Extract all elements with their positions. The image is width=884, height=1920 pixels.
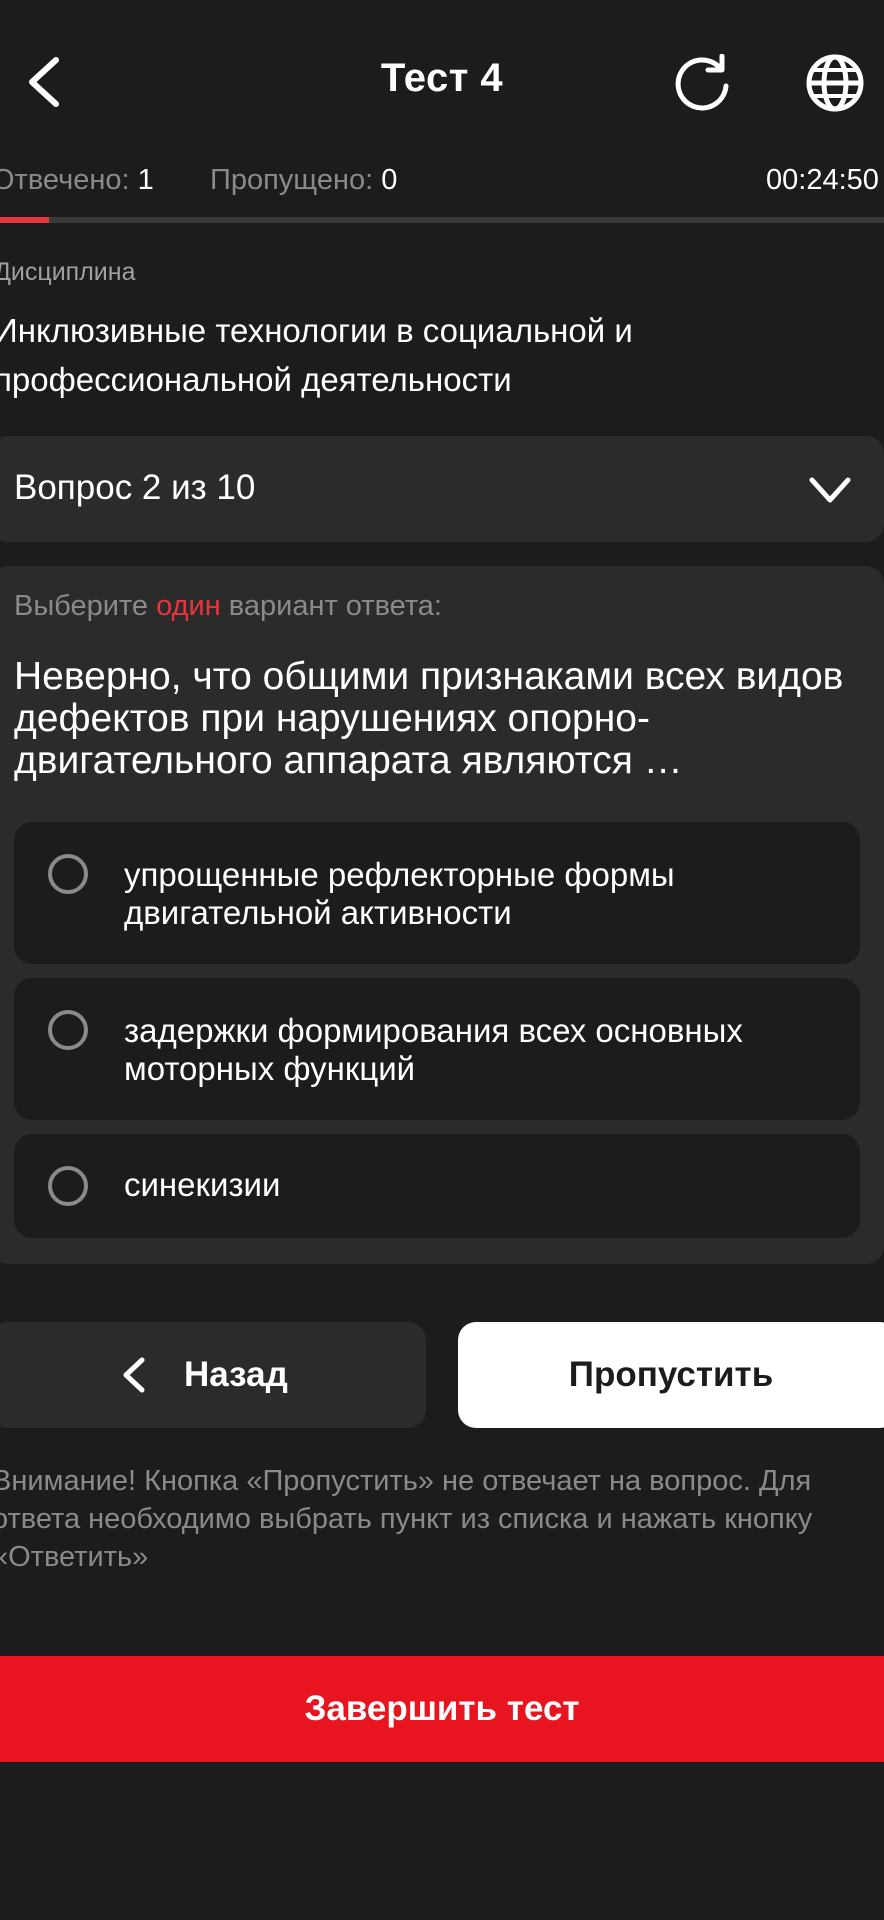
progress-bar (0, 217, 884, 223)
answer-option[interactable]: задержки формирования всех основных мото… (14, 978, 860, 1120)
instruction-prefix: Выберите (14, 590, 149, 622)
skipped-label: Пропущено: (210, 164, 374, 196)
back-button[interactable]: Назад (0, 1322, 426, 1428)
instruction-accent: один (156, 590, 221, 622)
refresh-icon[interactable] (672, 54, 732, 114)
question-card: Выберите один вариант ответа: Неверно, ч… (0, 566, 884, 1264)
discipline-label: Дисциплина (0, 258, 136, 286)
instruction-suffix: вариант ответа: (228, 590, 442, 622)
finish-test-button[interactable]: Завершить тест (0, 1656, 884, 1762)
answered-label: Отвечено: (0, 164, 130, 196)
timer: 00:24:50 (766, 164, 879, 196)
question-number: Вопрос 2 из 10 (14, 468, 256, 507)
answer-option-text: задержки формирования всех основных мото… (124, 1012, 743, 1087)
skip-warning: Внимание! Кнопка «Пропустить» не отвечае… (0, 1465, 813, 1573)
finish-test-label: Завершить тест (304, 1689, 580, 1728)
radio-unchecked-icon[interactable] (48, 1010, 88, 1050)
answer-option-text: синекизии (124, 1166, 281, 1203)
discipline-name: Инклюзивные технологии в социальной и пр… (0, 312, 633, 398)
skipped-counter: Пропущено: 0 (210, 164, 397, 197)
page-title: Тест 4 (380, 56, 504, 100)
radio-unchecked-icon[interactable] (48, 854, 88, 894)
progress-bar-fill (0, 217, 49, 223)
skip-button[interactable]: Пропустить (458, 1322, 884, 1428)
answer-option-text: упрощенные рефлекторные формы двигательн… (124, 856, 675, 931)
test-stats: Отвечено: 1 Пропущено: 0 00:24:50 (0, 164, 884, 204)
chevron-left-icon (123, 1357, 145, 1393)
globe-icon[interactable] (804, 52, 866, 114)
answer-option[interactable]: упрощенные рефлекторные формы двигательн… (14, 822, 860, 964)
chevron-down-icon (809, 477, 851, 503)
answered-counter: Отвечено: 1 (0, 164, 154, 197)
radio-unchecked-icon[interactable] (48, 1166, 88, 1206)
answered-value: 1 (137, 164, 154, 196)
question-text: Неверно, что общими признаками всех видо… (14, 655, 844, 782)
answer-instruction: Выберите один вариант ответа: (14, 590, 442, 623)
back-button-label: Назад (184, 1355, 288, 1394)
skip-button-label: Пропустить (568, 1355, 774, 1394)
skipped-value: 0 (381, 164, 398, 196)
answer-option[interactable]: синекизии (14, 1134, 860, 1238)
question-selector[interactable]: Вопрос 2 из 10 (0, 436, 884, 542)
top-bar: Тест 4 (0, 0, 884, 160)
